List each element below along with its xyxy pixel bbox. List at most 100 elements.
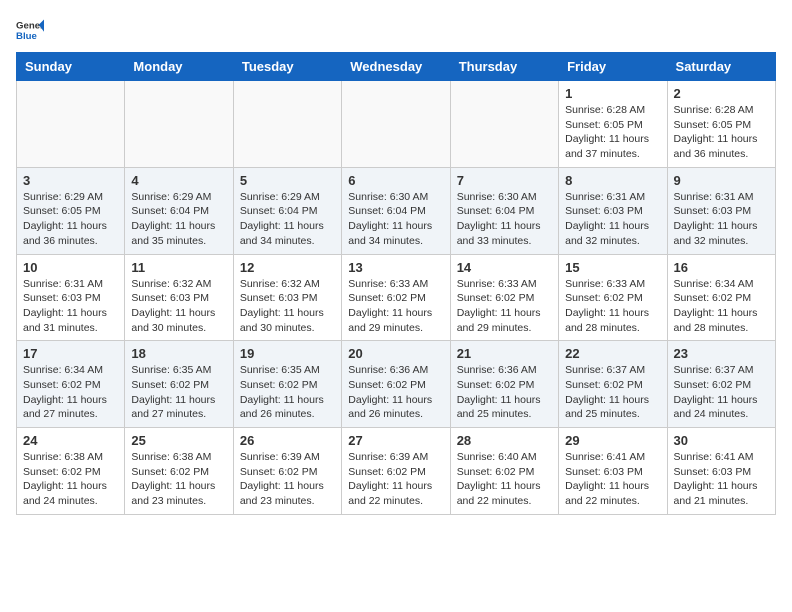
calendar-cell bbox=[342, 81, 450, 168]
day-info: Sunrise: 6:34 AM Sunset: 6:02 PM Dayligh… bbox=[674, 277, 769, 336]
day-info: Sunrise: 6:39 AM Sunset: 6:02 PM Dayligh… bbox=[348, 450, 443, 509]
day-number: 27 bbox=[348, 433, 443, 448]
weekday-header-row: SundayMondayTuesdayWednesdayThursdayFrid… bbox=[17, 53, 776, 81]
day-number: 1 bbox=[565, 86, 660, 101]
calendar-cell: 27 Sunrise: 6:39 AM Sunset: 6:02 PM Dayli… bbox=[342, 428, 450, 515]
day-number: 29 bbox=[565, 433, 660, 448]
weekday-header-saturday: Saturday bbox=[667, 53, 775, 81]
calendar-cell bbox=[125, 81, 233, 168]
calendar-cell: 28Sunrise: 6:40 AM Sunset: 6:02 PM Dayli… bbox=[450, 428, 558, 515]
day-number: 30 bbox=[674, 433, 769, 448]
calendar-cell: 30 Sunrise: 6:41 AM Sunset: 6:03 PM Dayli… bbox=[667, 428, 775, 515]
calendar-cell: 18 Sunrise: 6:35 AM Sunset: 6:02 PM Dayli… bbox=[125, 341, 233, 428]
day-number: 16 bbox=[674, 260, 769, 275]
day-info: Sunrise: 6:33 AM Sunset: 6:02 PM Dayligh… bbox=[457, 277, 552, 336]
day-number: 20 bbox=[348, 346, 443, 361]
day-info: Sunrise: 6:36 AM Sunset: 6:02 PM Dayligh… bbox=[457, 363, 552, 422]
calendar-cell: 19 Sunrise: 6:35 AM Sunset: 6:02 PM Dayli… bbox=[233, 341, 341, 428]
weekday-header-wednesday: Wednesday bbox=[342, 53, 450, 81]
calendar-cell: 25Sunrise: 6:38 AM Sunset: 6:02 PM Dayli… bbox=[125, 428, 233, 515]
day-number: 26 bbox=[240, 433, 335, 448]
day-info: Sunrise: 6:41 AM Sunset: 6:03 PM Dayligh… bbox=[565, 450, 660, 509]
weekday-header-sunday: Sunday bbox=[17, 53, 125, 81]
day-info: Sunrise: 6:32 AM Sunset: 6:03 PM Dayligh… bbox=[131, 277, 226, 336]
day-number: 7 bbox=[457, 173, 552, 188]
day-number: 25 bbox=[131, 433, 226, 448]
day-number: 13 bbox=[348, 260, 443, 275]
day-number: 11 bbox=[131, 260, 226, 275]
day-number: 21 bbox=[457, 346, 552, 361]
calendar-cell: 21 Sunrise: 6:36 AM Sunset: 6:02 PM Dayli… bbox=[450, 341, 558, 428]
calendar-cell: 13 Sunrise: 6:33 AM Sunset: 6:02 PM Dayli… bbox=[342, 254, 450, 341]
calendar-cell: 15 Sunrise: 6:33 AM Sunset: 6:02 PM Dayli… bbox=[559, 254, 667, 341]
day-number: 9 bbox=[674, 173, 769, 188]
week-row-5: 24Sunrise: 6:38 AM Sunset: 6:02 PM Dayli… bbox=[17, 428, 776, 515]
day-info: Sunrise: 6:30 AM Sunset: 6:04 PM Dayligh… bbox=[348, 190, 443, 249]
weekday-header-friday: Friday bbox=[559, 53, 667, 81]
calendar-cell: 2Sunrise: 6:28 AM Sunset: 6:05 PM Daylig… bbox=[667, 81, 775, 168]
calendar-cell: 26 Sunrise: 6:39 AM Sunset: 6:02 PM Dayli… bbox=[233, 428, 341, 515]
calendar-cell: 1Sunrise: 6:28 AM Sunset: 6:05 PM Daylig… bbox=[559, 81, 667, 168]
day-number: 2 bbox=[674, 86, 769, 101]
day-number: 28 bbox=[457, 433, 552, 448]
svg-text:Blue: Blue bbox=[16, 31, 37, 42]
day-number: 22 bbox=[565, 346, 660, 361]
day-number: 6 bbox=[348, 173, 443, 188]
header: General Blue bbox=[16, 16, 776, 44]
day-info: Sunrise: 6:35 AM Sunset: 6:02 PM Dayligh… bbox=[131, 363, 226, 422]
calendar-cell: 16 Sunrise: 6:34 AM Sunset: 6:02 PM Dayli… bbox=[667, 254, 775, 341]
day-info: Sunrise: 6:33 AM Sunset: 6:02 PM Dayligh… bbox=[565, 277, 660, 336]
calendar-cell: 3 Sunrise: 6:29 AM Sunset: 6:05 PM Daylig… bbox=[17, 167, 125, 254]
logo: General Blue bbox=[16, 16, 44, 44]
calendar-cell: 24Sunrise: 6:38 AM Sunset: 6:02 PM Dayli… bbox=[17, 428, 125, 515]
week-row-3: 10 Sunrise: 6:31 AM Sunset: 6:03 PM Dayli… bbox=[17, 254, 776, 341]
day-info: Sunrise: 6:29 AM Sunset: 6:05 PM Dayligh… bbox=[23, 190, 118, 249]
day-number: 8 bbox=[565, 173, 660, 188]
calendar-cell: 17 Sunrise: 6:34 AM Sunset: 6:02 PM Dayli… bbox=[17, 341, 125, 428]
calendar-cell: 6 Sunrise: 6:30 AM Sunset: 6:04 PM Daylig… bbox=[342, 167, 450, 254]
day-number: 10 bbox=[23, 260, 118, 275]
calendar-cell bbox=[450, 81, 558, 168]
calendar-cell: 20 Sunrise: 6:36 AM Sunset: 6:02 PM Dayli… bbox=[342, 341, 450, 428]
day-info: Sunrise: 6:31 AM Sunset: 6:03 PM Dayligh… bbox=[565, 190, 660, 249]
day-number: 18 bbox=[131, 346, 226, 361]
calendar-cell: 12 Sunrise: 6:32 AM Sunset: 6:03 PM Dayli… bbox=[233, 254, 341, 341]
day-info: Sunrise: 6:37 AM Sunset: 6:02 PM Dayligh… bbox=[674, 363, 769, 422]
day-info: Sunrise: 6:31 AM Sunset: 6:03 PM Dayligh… bbox=[674, 190, 769, 249]
calendar-cell: 10 Sunrise: 6:31 AM Sunset: 6:03 PM Dayli… bbox=[17, 254, 125, 341]
calendar-cell: 7 Sunrise: 6:30 AM Sunset: 6:04 PM Daylig… bbox=[450, 167, 558, 254]
day-number: 3 bbox=[23, 173, 118, 188]
day-info: Sunrise: 6:32 AM Sunset: 6:03 PM Dayligh… bbox=[240, 277, 335, 336]
day-number: 5 bbox=[240, 173, 335, 188]
calendar-cell: 5Sunrise: 6:29 AM Sunset: 6:04 PM Daylig… bbox=[233, 167, 341, 254]
day-number: 12 bbox=[240, 260, 335, 275]
week-row-1: 1Sunrise: 6:28 AM Sunset: 6:05 PM Daylig… bbox=[17, 81, 776, 168]
weekday-header-monday: Monday bbox=[125, 53, 233, 81]
day-info: Sunrise: 6:35 AM Sunset: 6:02 PM Dayligh… bbox=[240, 363, 335, 422]
calendar-cell: 14 Sunrise: 6:33 AM Sunset: 6:02 PM Dayli… bbox=[450, 254, 558, 341]
logo-icon: General Blue bbox=[16, 16, 44, 44]
calendar-cell: 8 Sunrise: 6:31 AM Sunset: 6:03 PM Daylig… bbox=[559, 167, 667, 254]
day-number: 17 bbox=[23, 346, 118, 361]
day-info: Sunrise: 6:30 AM Sunset: 6:04 PM Dayligh… bbox=[457, 190, 552, 249]
day-number: 15 bbox=[565, 260, 660, 275]
day-info: Sunrise: 6:29 AM Sunset: 6:04 PM Dayligh… bbox=[131, 190, 226, 249]
calendar-cell: 23 Sunrise: 6:37 AM Sunset: 6:02 PM Dayli… bbox=[667, 341, 775, 428]
week-row-4: 17 Sunrise: 6:34 AM Sunset: 6:02 PM Dayli… bbox=[17, 341, 776, 428]
day-number: 23 bbox=[674, 346, 769, 361]
calendar-cell bbox=[17, 81, 125, 168]
calendar-cell: 29 Sunrise: 6:41 AM Sunset: 6:03 PM Dayli… bbox=[559, 428, 667, 515]
weekday-header-tuesday: Tuesday bbox=[233, 53, 341, 81]
day-info: Sunrise: 6:36 AM Sunset: 6:02 PM Dayligh… bbox=[348, 363, 443, 422]
day-info: Sunrise: 6:31 AM Sunset: 6:03 PM Dayligh… bbox=[23, 277, 118, 336]
day-info: Sunrise: 6:33 AM Sunset: 6:02 PM Dayligh… bbox=[348, 277, 443, 336]
day-info: Sunrise: 6:34 AM Sunset: 6:02 PM Dayligh… bbox=[23, 363, 118, 422]
day-number: 19 bbox=[240, 346, 335, 361]
day-info: Sunrise: 6:38 AM Sunset: 6:02 PM Dayligh… bbox=[23, 450, 118, 509]
day-info: Sunrise: 6:41 AM Sunset: 6:03 PM Dayligh… bbox=[674, 450, 769, 509]
calendar-cell: 9 Sunrise: 6:31 AM Sunset: 6:03 PM Daylig… bbox=[667, 167, 775, 254]
day-info: Sunrise: 6:39 AM Sunset: 6:02 PM Dayligh… bbox=[240, 450, 335, 509]
calendar: SundayMondayTuesdayWednesdayThursdayFrid… bbox=[16, 52, 776, 515]
day-number: 14 bbox=[457, 260, 552, 275]
day-number: 4 bbox=[131, 173, 226, 188]
